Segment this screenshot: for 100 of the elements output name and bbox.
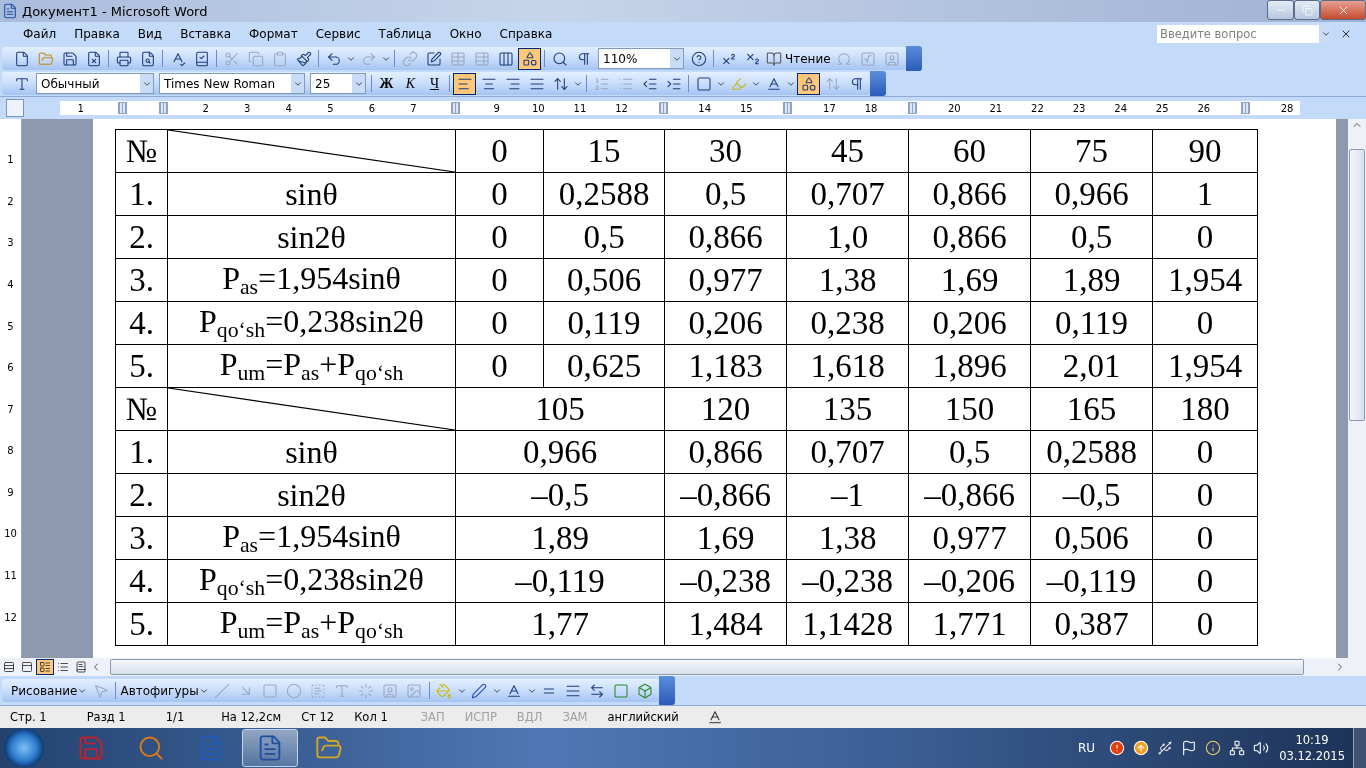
table-cell: 2. bbox=[116, 216, 168, 259]
table-cell: 0,707 bbox=[787, 431, 909, 474]
help-search-field[interactable]: Введите вопрос bbox=[1157, 25, 1332, 43]
table-cell: 1,69 bbox=[909, 259, 1031, 302]
table-cell: 1,183 bbox=[665, 345, 787, 388]
ruler-number: 3 bbox=[7, 237, 14, 249]
ruler-number: 10 bbox=[531, 102, 545, 114]
language-indicator[interactable]: RU bbox=[1078, 741, 1096, 755]
table-cell: 15 bbox=[544, 130, 665, 173]
menu-item[interactable]: Сервис bbox=[306, 27, 370, 41]
table-cell: 2,01 bbox=[1031, 345, 1153, 388]
table-cell: 1,77 bbox=[456, 603, 665, 646]
table-cell: 75 bbox=[1031, 130, 1153, 173]
status-text: ЗАМ bbox=[562, 710, 588, 724]
table-cell: 1,0 bbox=[787, 216, 909, 259]
table-cell: 30 bbox=[665, 130, 787, 173]
table-cell: 5. bbox=[116, 345, 168, 388]
drawing-menu-button[interactable]: Рисование bbox=[10, 678, 89, 703]
underline-button[interactable]: Ч bbox=[423, 72, 446, 95]
table-cell: 0 bbox=[456, 173, 544, 216]
status-text: Ст 12 bbox=[301, 710, 335, 724]
menu-item[interactable]: Файл bbox=[14, 27, 66, 41]
ruler-number: 14 bbox=[698, 102, 712, 114]
table-cell: 105 bbox=[456, 388, 665, 431]
table-cell: 0,2588 bbox=[544, 173, 665, 216]
table-cell: 0,866 bbox=[909, 173, 1031, 216]
ruler-number: 1 bbox=[7, 154, 14, 166]
menu-item[interactable]: Вид bbox=[128, 27, 172, 41]
ruler-number: 7 bbox=[7, 403, 14, 415]
window-title: Документ1 - Microsoft Word bbox=[22, 3, 209, 19]
table-cell: № bbox=[116, 388, 168, 431]
table-cell: 1,954 bbox=[1153, 345, 1258, 388]
table-cell: № bbox=[116, 130, 168, 173]
table-cell: 0 bbox=[456, 302, 544, 345]
ruler-number: 2 bbox=[7, 195, 14, 207]
ruler-number: 2 bbox=[202, 102, 209, 114]
table-cell: 0 bbox=[1153, 560, 1258, 603]
menu-item[interactable]: Окно bbox=[440, 27, 491, 41]
ruler-number: 11 bbox=[573, 102, 587, 114]
status-text: английский bbox=[607, 710, 679, 724]
bold-button[interactable]: Ж bbox=[375, 72, 398, 95]
clock-time: 10:19 bbox=[1295, 732, 1329, 748]
table-cell: 0,119 bbox=[1031, 302, 1153, 345]
table-cell: 0 bbox=[1153, 517, 1258, 560]
menu-item[interactable]: Формат bbox=[240, 27, 307, 41]
table-cell: 0,506 bbox=[544, 259, 665, 302]
table-cell: 135 bbox=[787, 388, 909, 431]
status-text: ИСПР bbox=[464, 710, 497, 724]
ruler-number: 15 bbox=[739, 102, 753, 114]
table-cell: 0,866 bbox=[665, 216, 787, 259]
ruler-number: 20 bbox=[947, 102, 961, 114]
ruler-number: 1 bbox=[77, 102, 84, 114]
table-cell: 1,771 bbox=[909, 603, 1031, 646]
table-cell: P$_{qo‘sh}$=0,238sin2θ bbox=[168, 560, 456, 603]
table-cell: 1,484 bbox=[665, 603, 787, 646]
menu-item[interactable]: Правка bbox=[65, 27, 129, 41]
table-cell: 4. bbox=[116, 560, 168, 603]
ruler-number: 12 bbox=[615, 102, 628, 114]
ruler-number: 8 bbox=[7, 445, 14, 457]
table-cell: 1,89 bbox=[456, 517, 665, 560]
table-cell: 0 bbox=[1153, 431, 1258, 474]
table-cell: sin2θ bbox=[168, 474, 456, 517]
table-cell: 0,5 bbox=[1031, 216, 1153, 259]
style-field[interactable]: Обычный bbox=[36, 73, 154, 94]
table-cell: 1,89 bbox=[1031, 259, 1153, 302]
clock[interactable]: 10:19 03.12.2015 bbox=[1279, 732, 1345, 764]
status-text: ВДЛ bbox=[516, 710, 543, 724]
table-cell: 0,238 bbox=[787, 302, 909, 345]
table-cell: 5. bbox=[116, 603, 168, 646]
table-cell: sin2θ bbox=[168, 216, 456, 259]
zoom-field[interactable]: 110% bbox=[598, 48, 684, 69]
ruler-number: 9 bbox=[493, 102, 500, 114]
status-text: 1/1 bbox=[165, 710, 185, 724]
table-cell: 0,866 bbox=[665, 431, 787, 474]
table-cell: 0,5 bbox=[665, 173, 787, 216]
ruler-number: 26 bbox=[1197, 102, 1211, 114]
table-cell: 2. bbox=[116, 474, 168, 517]
font-field[interactable]: Times New Roman bbox=[159, 73, 305, 94]
clock-date: 03.12.2015 bbox=[1279, 748, 1345, 764]
table-cell: 0,707 bbox=[787, 173, 909, 216]
menu-item[interactable]: Справка bbox=[490, 27, 562, 41]
ruler-number: 21 bbox=[989, 102, 1003, 114]
table-cell: 4. bbox=[116, 302, 168, 345]
ruler-number: 24 bbox=[1114, 102, 1127, 114]
ruler-number: 7 bbox=[410, 102, 417, 114]
italic-button[interactable]: К bbox=[399, 72, 422, 95]
font-size-field[interactable]: 25 bbox=[310, 73, 366, 94]
table-cell: –0,206 bbox=[909, 560, 1031, 603]
table-cell: 0,866 bbox=[909, 216, 1031, 259]
table-cell: 45 bbox=[787, 130, 909, 173]
autoshapes-menu-button[interactable]: Автофигуры bbox=[119, 678, 210, 703]
reading-button[interactable]: Чтение bbox=[765, 46, 832, 71]
ruler-number: 10 bbox=[4, 528, 17, 540]
table-cell: 0,2588 bbox=[1031, 431, 1153, 474]
table-cell: 3. bbox=[116, 517, 168, 560]
table-cell: sinθ bbox=[168, 173, 456, 216]
table-cell: 0,625 bbox=[544, 345, 665, 388]
table-cell: 0,5 bbox=[909, 431, 1031, 474]
menu-item[interactable]: Вставка bbox=[171, 27, 240, 41]
menu-item[interactable]: Таблица bbox=[369, 27, 441, 41]
